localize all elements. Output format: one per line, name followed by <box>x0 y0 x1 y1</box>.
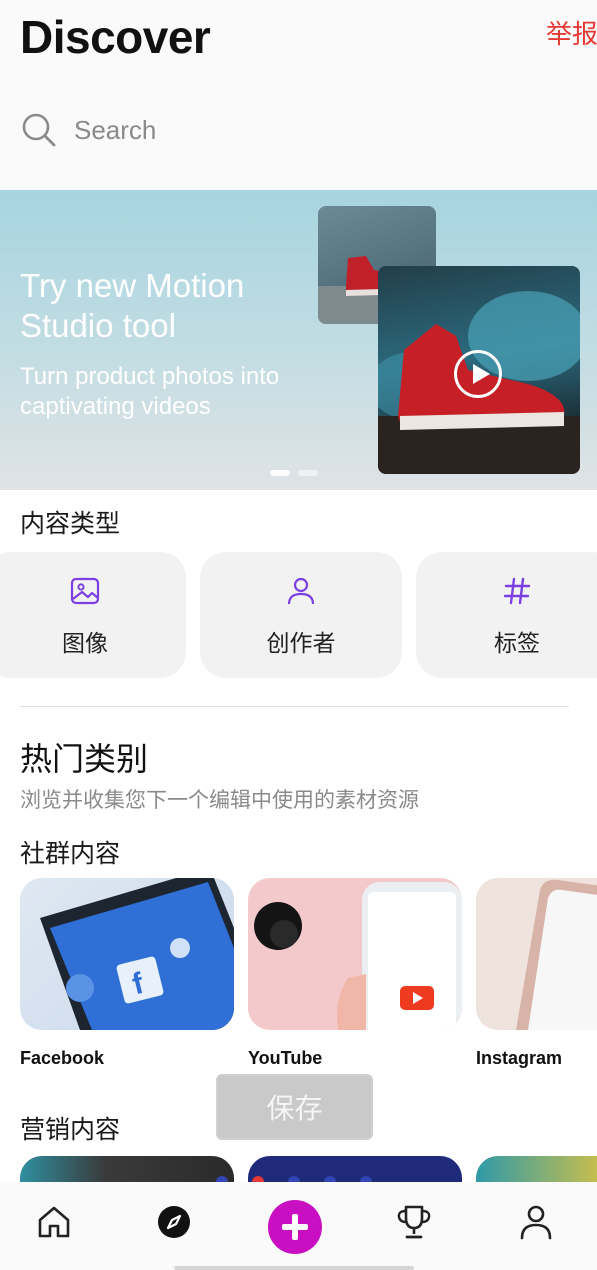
carousel-dots <box>270 470 318 476</box>
create-plus-button[interactable] <box>268 1200 322 1254</box>
save-button[interactable]: 保存 <box>216 1074 373 1140</box>
home-indicator <box>174 1266 414 1270</box>
carousel-dot[interactable] <box>270 470 290 476</box>
page-title: Discover <box>20 11 211 63</box>
search-bar[interactable]: Search <box>20 106 580 154</box>
person-icon <box>287 577 315 605</box>
social-card-label: Instagram <box>476 1048 563 1068</box>
content-type-label: 创作者 <box>266 631 336 657</box>
header: Discover 举报 Search <box>0 0 597 190</box>
tab-challenges[interactable] <box>392 1200 436 1244</box>
youtube-thumbnail <box>248 878 462 1030</box>
social-card-label: YouTube <box>248 1048 323 1068</box>
shoe-video-preview[interactable] <box>378 266 580 474</box>
content-type-creator[interactable]: 创作者 <box>200 552 402 678</box>
tab-home[interactable] <box>32 1200 76 1244</box>
compass-icon <box>158 1206 190 1238</box>
profile-icon <box>520 1205 552 1240</box>
tab-discover[interactable] <box>152 1200 196 1244</box>
report-link[interactable]: 举报 <box>546 14 597 51</box>
trophy-icon <box>397 1205 431 1239</box>
hashtag-icon <box>503 577 531 605</box>
hot-categories-subtitle: 浏览并收集您下一个编辑中使用的素材资源 <box>20 788 419 812</box>
carousel-dot[interactable] <box>298 470 318 476</box>
social-card-label: Facebook <box>20 1048 105 1068</box>
social-card-youtube[interactable]: YouTube <box>248 878 462 1069</box>
content-type-tag[interactable]: 标签 <box>416 552 597 678</box>
content-type-label: 图像 <box>62 631 108 657</box>
home-icon <box>38 1206 70 1238</box>
content-type-label: 标签 <box>494 631 540 657</box>
social-heading: 社群内容 <box>20 839 121 868</box>
image-icon <box>70 577 100 605</box>
instagram-thumbnail <box>476 878 597 1030</box>
search-icon <box>22 113 56 147</box>
promo-banner[interactable]: Try new Motion Studio tool Turn product … <box>0 190 597 490</box>
content-types-heading: 内容类型 <box>20 509 121 538</box>
content-types-row: 图像 创作者 标签 <box>0 552 597 678</box>
divider <box>20 706 569 707</box>
search-input[interactable]: Search <box>74 115 156 146</box>
play-icon[interactable] <box>454 350 502 398</box>
content-type-image[interactable]: 图像 <box>0 552 186 678</box>
banner-subtitle: Turn product photos into captivating vid… <box>20 363 280 420</box>
banner-headline: Try new Motion Studio tool <box>20 267 245 344</box>
tab-profile[interactable] <box>514 1200 558 1244</box>
social-card-facebook[interactable]: f Facebook <box>20 878 234 1069</box>
marketing-heading: 营销内容 <box>20 1115 121 1144</box>
social-card-instagram[interactable]: Instagram <box>476 878 597 1069</box>
hot-categories-heading: 热门类别 <box>20 740 149 778</box>
social-cards-row: f Facebook YouTube Instagram <box>0 878 597 1078</box>
facebook-thumbnail: f <box>20 878 234 1030</box>
